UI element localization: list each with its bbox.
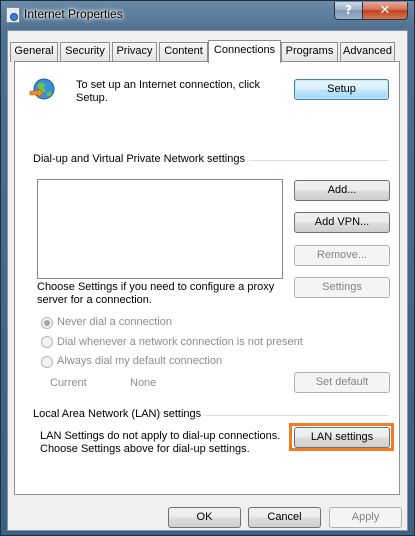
tab-content[interactable]: Content bbox=[159, 42, 208, 62]
setup-text-line1: To set up an Internet connection, click bbox=[76, 79, 261, 91]
connections-panel: To set up an Internet connection, click … bbox=[14, 61, 400, 495]
add-vpn-button[interactable]: Add VPN... bbox=[294, 212, 390, 233]
tab-strip: General Security Privacy Content Connect… bbox=[8, 31, 407, 63]
tab-programs[interactable]: Programs bbox=[281, 42, 338, 62]
cancel-button[interactable]: Cancel bbox=[248, 507, 321, 528]
setup-button[interactable]: Setup bbox=[294, 79, 389, 100]
tab-privacy[interactable]: Privacy bbox=[112, 42, 157, 62]
set-default-button[interactable]: Set default bbox=[294, 372, 390, 393]
settings-button[interactable]: Settings bbox=[294, 277, 390, 298]
add-button[interactable]: Add... bbox=[294, 180, 390, 201]
close-button[interactable]: ✕ bbox=[362, 2, 408, 20]
setup-description: To set up an Internet connection, click … bbox=[76, 79, 260, 105]
never-dial-radio[interactable] bbox=[41, 317, 53, 329]
always-dial-label: Always dial my default connection bbox=[57, 355, 223, 367]
remove-button[interactable]: Remove... bbox=[294, 245, 390, 266]
dial-whenever-label: Dial whenever a network connection is no… bbox=[57, 336, 303, 348]
help-button[interactable]: ? bbox=[334, 2, 363, 20]
current-label: Current bbox=[50, 377, 87, 389]
lan-description: LAN Settings do not apply to dial-up con… bbox=[40, 430, 280, 456]
proxy-text-line1: Choose Settings if you need to configure… bbox=[37, 281, 275, 293]
lan-text-line2: Choose Settings above for dial-up settin… bbox=[40, 443, 250, 455]
lan-text-line1: LAN Settings do not apply to dial-up con… bbox=[40, 430, 281, 442]
never-dial-label: Never dial a connection bbox=[57, 316, 172, 328]
lan-group-label: Local Area Network (LAN) settings bbox=[33, 408, 206, 420]
dial-whenever-radio[interactable] bbox=[41, 336, 53, 348]
proxy-text-line2: server for a connection. bbox=[37, 294, 152, 306]
tab-connections[interactable]: Connections bbox=[208, 40, 281, 63]
tab-security[interactable]: Security bbox=[60, 42, 110, 62]
apply-button[interactable]: Apply bbox=[329, 507, 402, 528]
tab-general[interactable]: General bbox=[10, 42, 58, 62]
ok-button[interactable]: OK bbox=[168, 507, 241, 528]
title-bar[interactable]: Internet Properties ? ✕ bbox=[1, 1, 414, 29]
proxy-description: Choose Settings if you need to configure… bbox=[37, 281, 274, 307]
tab-advanced[interactable]: Advanced bbox=[340, 42, 395, 62]
current-value: None bbox=[130, 377, 157, 389]
connections-listbox[interactable] bbox=[37, 179, 283, 279]
always-dial-radio[interactable] bbox=[41, 356, 53, 368]
lan-settings-button[interactable]: LAN settings bbox=[294, 427, 390, 448]
dialog-client-area: General Security Privacy Content Connect… bbox=[7, 30, 408, 531]
setup-text-line2: Setup. bbox=[76, 92, 108, 104]
internet-properties-window: Internet Properties ? ✕ General Security… bbox=[0, 0, 415, 536]
window-title: Internet Properties bbox=[24, 7, 123, 21]
globe-network-icon bbox=[29, 78, 55, 100]
dialup-group-label: Dial-up and Virtual Private Network sett… bbox=[33, 153, 249, 165]
internet-properties-icon bbox=[6, 7, 20, 23]
